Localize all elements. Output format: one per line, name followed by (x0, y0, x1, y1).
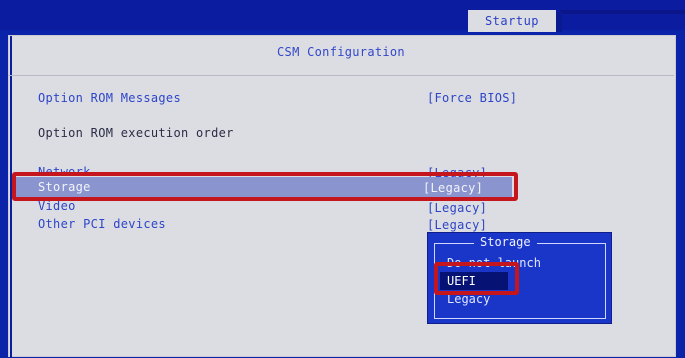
uefi-annotation-box (434, 262, 519, 295)
execution-order-heading: Option ROM execution order (38, 126, 234, 140)
other-pci-value[interactable]: [Legacy] (427, 218, 487, 232)
tab-startup[interactable]: Startup (468, 10, 556, 32)
video-value[interactable]: [Legacy] (427, 201, 487, 215)
section-title: CSM Configuration (277, 45, 405, 59)
other-pci-label[interactable]: Other PCI devices (38, 217, 166, 231)
option-rom-messages-label[interactable]: Option ROM Messages (38, 91, 181, 105)
title-divider (8, 75, 674, 76)
storage-popup-title: Storage (474, 235, 537, 249)
video-label[interactable]: Video (38, 199, 76, 213)
top-right-strip (560, 10, 685, 14)
storage-annotation-box (12, 172, 518, 201)
bios-top-bar (0, 0, 685, 30)
option-rom-messages-value[interactable]: [Force BIOS] (427, 91, 517, 105)
tab-divider (556, 12, 562, 32)
